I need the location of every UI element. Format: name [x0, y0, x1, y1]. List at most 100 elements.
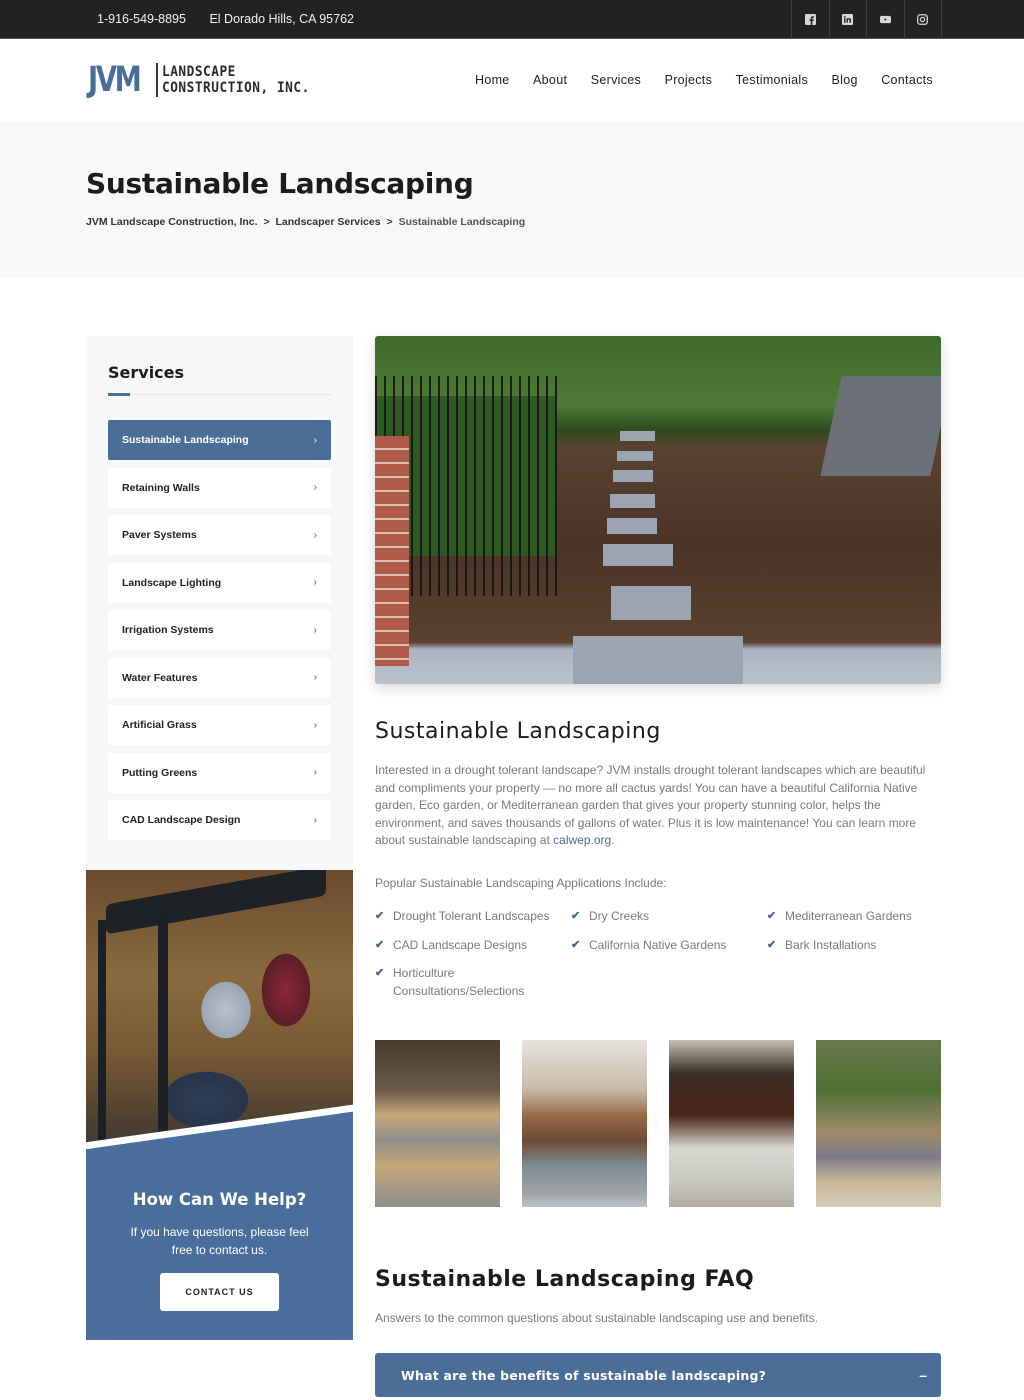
facebook-icon: [804, 14, 816, 25]
faq-title: Sustainable Landscaping FAQ: [375, 1267, 755, 1292]
gallery-image-lavender[interactable]: [816, 1040, 941, 1207]
calwep-link[interactable]: calwep.org: [553, 833, 611, 847]
content-title: Sustainable Landscaping: [375, 719, 661, 744]
check-icon: ✔: [375, 938, 385, 951]
sidebar-item-cad-landscape-design[interactable]: CAD Landscape Design ›: [108, 800, 331, 840]
excavator-frame: [98, 920, 106, 1170]
linkedin-link[interactable]: [830, 0, 867, 39]
application-item: ✔ Mediterranean Gardens: [767, 908, 941, 926]
street: [820, 376, 941, 476]
sidebar-item-label: Landscape Lighting: [122, 576, 222, 589]
help-card: How Can We Help? If you have questions, …: [86, 870, 353, 1340]
main-nav: Home About Services Projects Testimonial…: [475, 73, 956, 87]
application-label: Dry Creeks: [589, 909, 650, 923]
sidebar-item-label: CAD Landscape Design: [122, 814, 241, 826]
nav-testimonials[interactable]: Testimonials: [736, 73, 808, 87]
applications-list: ✔ Drought Tolerant Landscapes ✔ Dry Creeks ✔…: [375, 908, 941, 1000]
intro-paragraph: Interested in a drought tolerant landsca…: [375, 762, 941, 850]
breadcrumb-separator: >: [386, 216, 393, 228]
breadcrumb-home[interactable]: JVM Landscape Construction, Inc.: [86, 216, 258, 228]
nav-home[interactable]: Home: [475, 73, 510, 87]
sidebar-divider-accent: [108, 393, 130, 396]
logo-line-1: LANDSCAPE: [161, 64, 236, 80]
location: El Dorado Hills, CA 95762: [209, 12, 354, 26]
breadcrumb-services[interactable]: Landscaper Services: [276, 216, 381, 228]
collapse-icon[interactable]: –: [919, 1367, 927, 1383]
logo-divider: [156, 63, 158, 97]
breadcrumb-current: Sustainable Landscaping: [398, 216, 526, 228]
breadcrumb-separator: >: [263, 216, 270, 228]
sidebar-item-sustainable-landscaping[interactable]: Sustainable Landscaping ›: [108, 420, 331, 460]
contact-us-button[interactable]: CONTACT US: [160, 1273, 279, 1311]
instagram-link[interactable]: [905, 0, 942, 39]
nav-projects[interactable]: Projects: [665, 73, 713, 87]
application-item: ✔ Bark Installations: [767, 937, 941, 955]
logo-text: LANDSCAPE CONSTRUCTION, INC.: [162, 64, 310, 96]
stepping-stone: [573, 636, 743, 684]
stepping-stone: [607, 518, 657, 534]
check-icon: ✔: [571, 938, 581, 951]
check-icon: ✔: [767, 910, 777, 922]
application-label: Mediterranean Gardens: [785, 909, 912, 923]
excavator-canopy: [106, 870, 326, 935]
sidebar-item-label: Water Features: [122, 671, 198, 684]
contact-info: 1-916-549-8895 El Dorado Hills, CA 95762: [97, 12, 374, 26]
sidebar-item-irrigation-systems[interactable]: Irrigation Systems ›: [108, 610, 331, 650]
chevron-right-icon: ›: [313, 434, 317, 446]
nav-contacts[interactable]: Contacts: [881, 73, 933, 87]
sidebar-item-paver-systems[interactable]: Paver Systems ›: [108, 515, 331, 555]
facebook-link[interactable]: [792, 0, 830, 39]
hero-image: [375, 336, 941, 684]
application-item: ✔ California Native Gardens: [571, 937, 767, 955]
stepping-stone: [610, 494, 655, 508]
chevron-right-icon: ›: [313, 529, 317, 541]
youtube-icon: [879, 15, 891, 24]
stepping-stone: [603, 544, 673, 566]
logo[interactable]: JVM LANDSCAPE CONSTRUCTION, INC.: [88, 60, 329, 100]
stepping-stone: [620, 431, 655, 441]
nav-blog[interactable]: Blog: [832, 73, 858, 87]
nav-about[interactable]: About: [533, 73, 567, 87]
application-item: ✔ Drought Tolerant Landscapes: [375, 908, 571, 926]
phone-number[interactable]: 1-916-549-8895: [97, 12, 186, 26]
services-sidebar: Services Sustainable Landscaping › Retaini…: [86, 336, 353, 870]
sidebar-item-artificial-grass[interactable]: Artificial Grass ›: [108, 705, 331, 745]
chevron-right-icon: ›: [313, 482, 317, 493]
application-item: ✔ Horticulture Consultations/Selections: [375, 965, 571, 1000]
sidebar-item-label: Sustainable Landscaping: [122, 434, 249, 446]
chevron-right-icon: ›: [313, 577, 317, 588]
faq-question: What are the benefits of sustainable lan…: [401, 1367, 767, 1383]
gallery-image-patio-path[interactable]: [375, 1040, 500, 1207]
application-item: ✔ Dry Creeks: [571, 908, 767, 926]
faq-item[interactable]: What are the benefits of sustainable lan…: [375, 1353, 941, 1397]
youtube-link[interactable]: [867, 0, 905, 39]
breadcrumb: JVM Landscape Construction, Inc. > Lands…: [86, 216, 525, 228]
chevron-right-icon: ›: [313, 624, 317, 636]
nav-services[interactable]: Services: [591, 73, 641, 87]
social-links: [791, 0, 942, 39]
application-label: Drought Tolerant Landscapes: [393, 909, 550, 923]
application-item: ✔ CAD Landscape Designs: [375, 937, 571, 955]
logo-mark: JVM: [88, 60, 142, 100]
chevron-right-icon: ›: [313, 767, 317, 778]
chevron-right-icon: ›: [313, 814, 317, 826]
sidebar-item-label: Irrigation Systems: [122, 624, 214, 636]
check-icon: ✔: [767, 938, 777, 951]
page-title: Sustainable Landscaping: [86, 167, 474, 200]
project-gallery: [375, 1040, 941, 1207]
sidebar-item-putting-greens[interactable]: Putting Greens ›: [108, 752, 331, 793]
stepping-stone: [613, 470, 653, 482]
logo-line-2: CONSTRUCTION, INC.: [161, 80, 310, 96]
sidebar-item-landscape-lighting[interactable]: Landscape Lighting ›: [108, 562, 331, 603]
sidebar-item-retaining-walls[interactable]: Retaining Walls ›: [108, 467, 331, 508]
application-label: California Native Gardens: [589, 937, 727, 952]
sidebar-item-label: Artificial Grass: [122, 719, 197, 731]
gallery-image-dry-creek[interactable]: [522, 1040, 647, 1207]
help-title: How Can We Help?: [132, 1190, 307, 1209]
sidebar-divider: [108, 394, 331, 395]
intro-end: .: [611, 833, 615, 848]
chevron-right-icon: ›: [313, 672, 317, 683]
gallery-image-rock-border[interactable]: [669, 1040, 794, 1207]
instagram-icon: [917, 14, 929, 25]
sidebar-item-water-features[interactable]: Water Features ›: [108, 657, 331, 698]
